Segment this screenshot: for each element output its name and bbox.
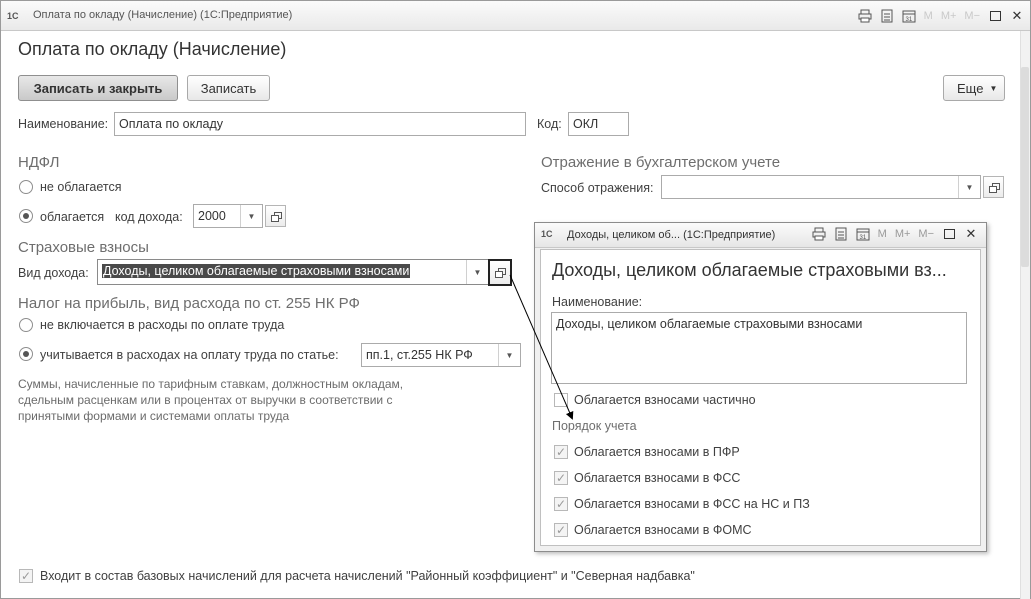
svg-text:31: 31: [905, 17, 912, 23]
order-checkbox[interactable]: ✓: [554, 471, 568, 485]
accounting-method-select[interactable]: ▼: [661, 175, 981, 199]
chevron-down-icon[interactable]: ▼: [498, 344, 520, 366]
popup-header: Доходы, целиком облагаемые страховыми вз…: [552, 260, 947, 280]
chevron-down-icon: ▼: [989, 83, 998, 93]
svg-text:31: 31: [859, 235, 866, 241]
chevron-down-icon[interactable]: ▼: [958, 176, 980, 198]
app-logo-icon: 1С: [7, 11, 19, 21]
article-value: пп.1, ст.255 НК РФ: [366, 348, 473, 362]
order-checkbox[interactable]: ✓: [554, 523, 568, 537]
scrollbar[interactable]: [1020, 31, 1030, 599]
calendar-icon[interactable]: 31: [902, 9, 916, 23]
article-select[interactable]: пп.1, ст.255 НК РФ ▼: [361, 343, 521, 367]
income-code-label: код дохода:: [115, 210, 183, 224]
scrollbar-thumb[interactable]: [1021, 67, 1029, 267]
ndfl-not-taxed-label: не облагается: [40, 180, 122, 194]
accounting-method-label: Способ отражения:: [541, 181, 654, 195]
save-button[interactable]: Записать: [187, 75, 270, 101]
page-title: Оплата по окладу (Начисление): [18, 39, 287, 59]
profit-not-included-label: не включается в расходы по оплате труда: [40, 318, 285, 332]
insurance-section-title: Страховые взносы: [18, 239, 149, 256]
calculator-icon[interactable]: [880, 9, 894, 23]
window-title: Оплата по окладу (Начисление) (1С:Предпр…: [33, 9, 293, 21]
more-button[interactable]: Еще ▼: [943, 75, 1005, 101]
ndfl-taxed-radio[interactable]: [19, 209, 33, 223]
memory-minus-button[interactable]: M−: [964, 10, 980, 22]
base-accrual-checkbox[interactable]: ✓: [19, 569, 33, 583]
partial-checkbox[interactable]: [554, 393, 568, 407]
memory-plus-button[interactable]: M+: [895, 228, 911, 240]
open-form-icon: [988, 182, 1000, 193]
income-type-popup-window: 1С Доходы, целиком об... (1С:Предприятие…: [534, 222, 987, 552]
memory-minus-button[interactable]: M−: [918, 228, 934, 240]
save-and-close-button[interactable]: Записать и закрыть: [18, 75, 178, 101]
chevron-down-icon[interactable]: ▼: [240, 205, 262, 227]
popup-name-label: Наименование:: [552, 295, 643, 309]
ndfl-not-taxed-radio[interactable]: [19, 180, 33, 194]
order-checkbox[interactable]: ✓: [554, 497, 568, 511]
close-icon[interactable]: ✕: [1010, 8, 1024, 23]
name-label: Наименование:: [18, 117, 109, 131]
code-field[interactable]: ОКЛ: [568, 112, 629, 136]
profit-included-radio[interactable]: [19, 347, 33, 361]
open-income-code-button[interactable]: [265, 205, 286, 227]
close-icon[interactable]: ✕: [964, 226, 978, 241]
title-bar-tools: 31 M M+ M− ✕: [858, 7, 1024, 25]
income-type-value: Доходы, целиком облагаемые страховыми вз…: [102, 264, 411, 278]
income-type-label: Вид дохода:: [18, 266, 89, 280]
profit-included-label: учитывается в расходах на оплату труда п…: [40, 348, 339, 362]
calendar-icon[interactable]: 31: [856, 227, 870, 241]
popup-body: Доходы, целиком облагаемые страховыми вз…: [540, 249, 981, 546]
ndfl-taxed-label: облагается: [40, 210, 105, 224]
open-income-type-button[interactable]: [488, 259, 512, 286]
app-logo-icon: 1С: [541, 229, 553, 239]
name-field[interactable]: Оплата по окладу: [114, 112, 526, 136]
print-icon[interactable]: [858, 9, 872, 23]
chevron-down-icon[interactable]: ▼: [466, 260, 488, 284]
order-checkbox-label: Облагается взносами в ФСС на НС и ПЗ: [574, 497, 810, 511]
order-checkbox[interactable]: ✓: [554, 445, 568, 459]
memory-m-button[interactable]: M: [924, 10, 933, 22]
partial-label: Облагается взносами частично: [574, 393, 756, 407]
popup-title-bar: 1С Доходы, целиком об... (1С:Предприятие…: [535, 223, 986, 248]
income-type-select[interactable]: Доходы, целиком облагаемые страховыми вз…: [97, 259, 489, 285]
popup-title-bar-tools: 31 M M+ M− ✕: [812, 226, 978, 241]
popup-name-field[interactable]: Доходы, целиком облагаемые страховыми вз…: [551, 312, 967, 384]
more-label: Еще: [957, 80, 984, 96]
open-form-icon: [495, 268, 506, 278]
print-icon[interactable]: [812, 227, 826, 241]
accounting-section-title: Отражение в бухгалтерском учете: [541, 154, 781, 171]
base-accrual-label: Входит в состав базовых начислений для р…: [40, 569, 695, 583]
popup-window-title: Доходы, целиком об... (1С:Предприятие): [567, 229, 776, 241]
income-code-value: 2000: [198, 209, 226, 223]
order-checkbox-label: Облагается взносами в ПФР: [574, 445, 740, 459]
title-bar: 1С Оплата по окладу (Начисление) (1С:Пре…: [1, 1, 1030, 31]
code-label: Код:: [537, 117, 562, 131]
order-checkbox-label: Облагается взносами в ФСС: [574, 471, 741, 485]
ndfl-section-title: НДФЛ: [18, 154, 60, 171]
open-accounting-method-button[interactable]: [983, 176, 1004, 198]
profit-not-included-radio[interactable]: [19, 318, 33, 332]
calculator-icon[interactable]: [834, 227, 848, 241]
income-code-select[interactable]: 2000 ▼: [193, 204, 263, 228]
order-label: Порядок учета: [552, 419, 637, 433]
profit-tax-section-title: Налог на прибыль, вид расхода по ст. 255…: [18, 295, 360, 312]
order-checkbox-label: Облагается взносами в ФОМС: [574, 523, 752, 537]
memory-plus-button[interactable]: M+: [941, 10, 957, 22]
maximize-icon[interactable]: [942, 227, 956, 241]
open-form-icon: [270, 211, 282, 222]
memory-m-button[interactable]: M: [878, 228, 887, 240]
profit-tax-note: Суммы, начисленные по тарифным ставкам, …: [18, 377, 404, 423]
maximize-icon[interactable]: [988, 9, 1002, 23]
